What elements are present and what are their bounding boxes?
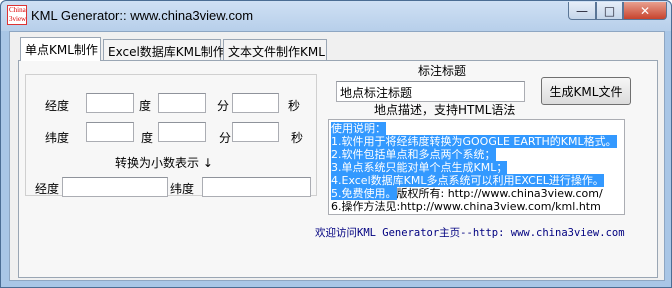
decimal-latitude-input[interactable] [202,177,311,197]
minimize-icon: — [576,3,588,18]
homepage-link[interactable]: 欢迎访问KML Generator主页--http: www.china3vie… [315,225,625,240]
latitude-second-input[interactable] [232,122,279,142]
latitude-minute-label: 分 [219,131,232,145]
maximize-icon: □ [603,3,616,18]
decimal-latitude-label: 纬度 [170,182,195,196]
longitude-label: 经度 [45,99,70,113]
annotation-title-label: 标注标题 [418,64,467,78]
close-button[interactable]: ✕ [623,2,667,20]
decimal-longitude-input[interactable] [62,177,168,197]
description-line: 5.免费使用。版权所有: http://www.china3view.com/ [331,187,603,200]
tab-text-file[interactable]: 文本文件制作KML [223,39,327,60]
latitude-second-label: 秒 [291,131,304,145]
longitude-minute-input[interactable] [158,93,206,113]
longitude-degree-label: 度 [139,99,152,113]
close-icon: ✕ [639,3,651,18]
latitude-minute-input[interactable] [158,122,206,142]
maximize-button[interactable]: □ [596,2,623,20]
minimize-button[interactable]: — [568,2,596,20]
decimal-longitude-label: 经度 [35,182,60,196]
description-line: 使用说明： [331,122,386,135]
longitude-degree-input[interactable] [86,93,134,113]
window-title: KML Generator:: www.china3view.com [31,8,254,23]
description-line: 6.操作方法见:http://www.china3view.com/kml.ht… [331,200,601,213]
app-window: China 3view KML Generator:: www.china3vi… [0,0,672,288]
convert-to-decimal-label: 转换为小数表示 ↓ [115,156,213,170]
description-textarea[interactable]: 使用说明： 1.软件用于将经纬度转换为GOOGLE EARTH的KML格式。 2… [328,119,625,215]
description-line: 1.软件用于将经纬度转换为GOOGLE EARTH的KML格式。 [331,135,617,148]
annotation-title-input[interactable]: 地点标注标题 [336,81,525,102]
app-logo-icon: China 3view [7,5,27,25]
description-line: 2.软件包括单点和多点两个系统； [331,148,496,161]
latitude-label: 纬度 [45,131,70,145]
client-area: 单点KML制作 Excel数据库KML制作 文本文件制作KML 经度 度 分 秒… [9,31,665,281]
tab-single-point[interactable]: 单点KML制作 [20,37,101,61]
generate-kml-button[interactable]: 生成KML文件 [541,77,631,105]
longitude-minute-label: 分 [217,99,230,113]
description-label: 地点描述，支持HTML语法 [374,103,516,117]
description-line: 4.Excel数据库KML多点系统可以利用EXCEL进行操作。 [331,174,604,187]
latitude-degree-input[interactable] [86,122,134,142]
tab-excel-database[interactable]: Excel数据库KML制作 [103,39,225,60]
description-line: 3.单点系统只能对单个点生成KML； [331,161,508,174]
latitude-degree-label: 度 [141,131,154,145]
longitude-second-label: 秒 [288,99,301,113]
longitude-second-input[interactable] [232,93,279,113]
